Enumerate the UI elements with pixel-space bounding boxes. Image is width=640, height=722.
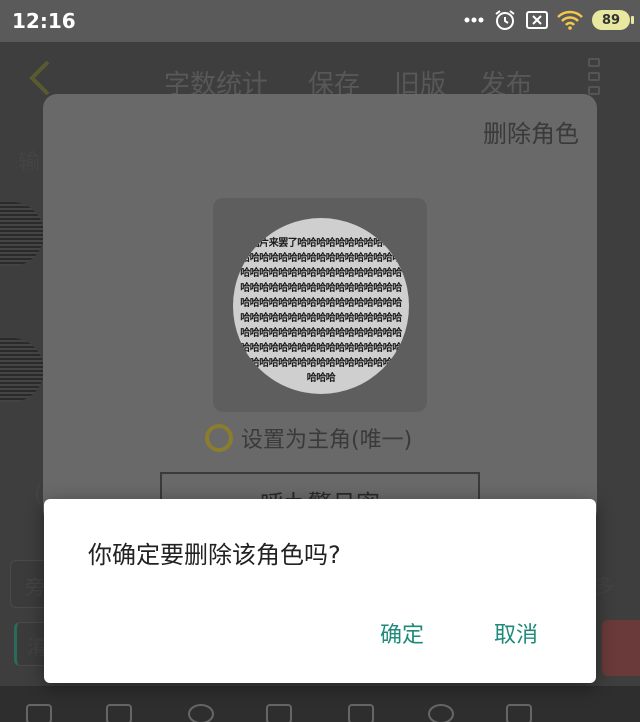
link-icon[interactable] <box>348 704 374 722</box>
confirm-button[interactable]: 确定 <box>380 617 424 649</box>
alarm-icon <box>495 10 515 30</box>
delete-role-button[interactable]: 删除角色 <box>483 114 579 149</box>
keyboard-icon[interactable] <box>106 704 132 722</box>
gift-icon[interactable] <box>506 704 532 722</box>
role-avatar-2[interactable] <box>0 338 44 402</box>
status-icons: 89 <box>464 8 634 32</box>
role-edit-card: 删除角色 用图片来罢了哈哈哈哈哈哈哈哈哈哈哈哈哈哈哈哈哈哈哈哈哈哈哈哈哈哈哈哈哈… <box>43 94 597 524</box>
status-bar: 12:16 89 <box>0 0 640 42</box>
bottom-toolbar <box>0 686 640 722</box>
avatar-image-text: 用图片来罢了哈哈哈哈哈哈哈哈哈哈哈哈哈哈哈哈哈哈哈哈哈哈哈哈哈哈哈哈哈哈哈哈哈哈… <box>240 238 402 384</box>
dialog-message: 你确定要删除该角色吗? <box>88 541 341 569</box>
search-icon[interactable] <box>428 704 454 722</box>
main-role-label: 设置为主角(唯一) <box>241 428 413 453</box>
main-role-option[interactable]: 设置为主角(唯一) <box>205 422 412 454</box>
role-avatar-image: 用图片来罢了哈哈哈哈哈哈哈哈哈哈哈哈哈哈哈哈哈哈哈哈哈哈哈哈哈哈哈哈哈哈哈哈哈哈… <box>233 218 409 394</box>
wifi-icon <box>557 10 583 30</box>
input-label: 输 <box>18 150 41 175</box>
chevron-left-icon[interactable] <box>22 58 62 98</box>
battery-icon: 89 <box>592 10 634 30</box>
role-avatar-1[interactable] <box>0 202 44 266</box>
send-button[interactable] <box>602 620 640 676</box>
grid-icon[interactable] <box>26 704 52 722</box>
radio-icon[interactable] <box>205 424 233 452</box>
battery-level: 89 <box>601 12 621 28</box>
text-format-icon[interactable] <box>266 704 292 722</box>
more-hint: 多 <box>594 574 614 598</box>
status-time: 12:16 <box>12 9 76 33</box>
emoji-icon[interactable] <box>188 704 214 722</box>
sim-off-icon <box>526 11 548 29</box>
more-dots-icon <box>464 17 484 23</box>
role-avatar-picker[interactable]: 用图片来罢了哈哈哈哈哈哈哈哈哈哈哈哈哈哈哈哈哈哈哈哈哈哈哈哈哈哈哈哈哈哈哈哈哈哈… <box>213 198 427 412</box>
cancel-button[interactable]: 取消 <box>494 617 538 649</box>
more-icon[interactable] <box>588 58 600 95</box>
input-hint: 旁 <box>25 575 45 599</box>
confirm-delete-dialog: 你确定要删除该角色吗? 确定 取消 <box>44 499 596 683</box>
